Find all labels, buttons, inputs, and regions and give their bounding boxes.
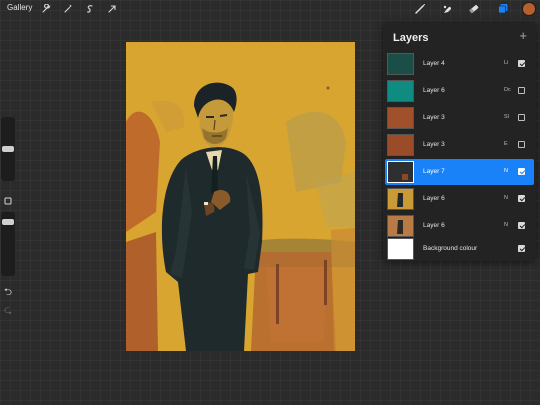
layers-icon[interactable] [495,1,511,17]
layer-visibility-checkbox[interactable] [518,141,525,148]
layer-visibility-checkbox[interactable] [518,87,525,94]
layer-visibility-checkbox[interactable] [518,114,525,121]
drawing-canvas[interactable] [126,42,355,351]
layer-thumbnail [387,188,414,210]
layer-visibility-checkbox[interactable] [518,245,525,252]
layer-name: Layer 6 [423,87,445,94]
layer-name: Layer 4 [423,60,445,67]
layer-blend-mode[interactable]: Sl [504,114,509,120]
layer-blend-mode[interactable]: E [504,141,508,147]
layer-row[interactable]: Layer 6 Dc [385,78,534,104]
layer-blend-mode[interactable]: N [504,195,508,201]
layer-row-selected[interactable]: Layer 7 N [385,159,534,185]
layer-row-background[interactable]: Background colour [385,236,534,262]
layer-thumbnail [387,215,414,237]
magic-wand-icon[interactable] [61,2,75,16]
layer-row[interactable]: Layer 3 E [385,132,534,158]
gallery-button[interactable]: Gallery [7,3,32,12]
modifier-square-icon[interactable] [3,196,13,206]
plus-icon[interactable]: + [519,29,527,43]
layer-visibility-checkbox[interactable] [518,60,525,67]
undo-icon[interactable]: ⮌ [2,287,14,299]
opacity-slider[interactable] [1,212,15,276]
layer-thumbnail [387,80,414,102]
brush-size-slider[interactable] [1,117,15,181]
layer-name: Layer 6 [423,195,445,202]
layer-blend-mode[interactable]: Li [504,60,508,66]
opacity-handle[interactable] [2,219,14,225]
layer-visibility-checkbox[interactable] [518,168,525,175]
layer-name: Layer 3 [423,114,445,121]
layer-thumbnail [387,161,414,183]
transform-arrow-icon[interactable] [105,2,119,16]
eraser-icon[interactable] [466,1,482,17]
layer-row[interactable]: Layer 4 Li [385,51,534,77]
selection-icon[interactable] [83,2,97,16]
layer-thumbnail [387,238,414,260]
layer-visibility-checkbox[interactable] [518,222,525,229]
layer-blend-mode[interactable]: N [504,168,508,174]
layer-thumbnail [387,107,414,129]
brush-size-handle[interactable] [2,146,14,152]
layer-name: Layer 7 [423,168,445,175]
layer-blend-mode[interactable]: Dc [504,87,511,93]
layer-row[interactable]: Layer 3 Sl [385,105,534,131]
layers-panel-title: Layers [393,32,429,44]
painting-artwork [126,42,355,351]
layer-name: Layer 3 [423,141,445,148]
brush-icon[interactable] [412,1,428,17]
layer-name: Layer 6 [423,222,445,229]
wrench-icon[interactable] [39,2,53,16]
layer-visibility-checkbox[interactable] [518,195,525,202]
color-picker-swatch[interactable] [523,3,535,15]
top-toolbar: Gallery [0,0,540,20]
layer-name: Background colour [423,245,478,252]
layer-row[interactable]: Layer 6 N [385,186,534,212]
smudge-icon[interactable] [439,1,455,17]
left-sidebar: ⮌ ⮎ [0,117,16,317]
layer-thumbnail [387,134,414,156]
layers-panel: Layers + Layer 4 Li Layer 6 Dc Layer 3 S… [383,22,536,260]
layer-blend-mode[interactable]: N [504,222,508,228]
redo-icon[interactable]: ⮎ [2,305,14,317]
layer-thumbnail [387,53,414,75]
